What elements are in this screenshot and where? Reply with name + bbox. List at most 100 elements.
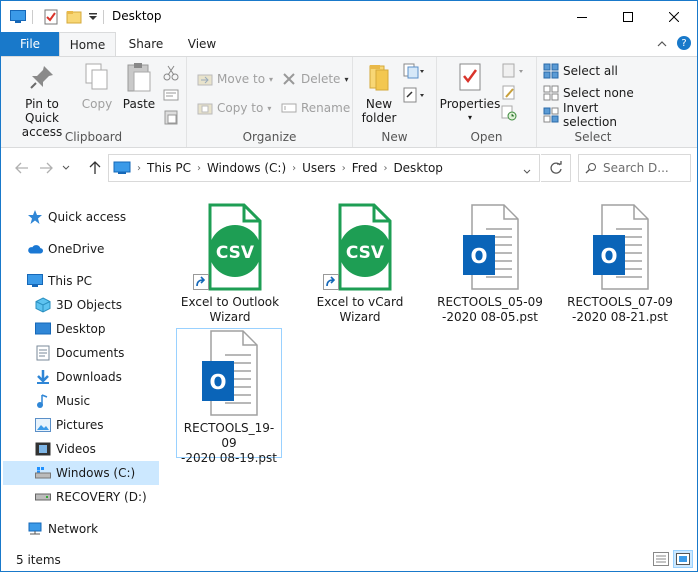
nav-label: Network: [48, 522, 99, 536]
nav-music[interactable]: Music: [3, 389, 159, 413]
open-icon[interactable]: [501, 63, 527, 82]
select-none-button[interactable]: Select none: [543, 83, 634, 103]
nav-desktop[interactable]: Desktop: [3, 317, 159, 341]
nav-onedrive[interactable]: OneDrive: [3, 237, 159, 261]
maximize-button[interactable]: [605, 1, 651, 32]
breadcrumb-separator: ›: [137, 162, 141, 174]
address-dropdown-icon[interactable]: [523, 164, 531, 178]
edit-icon[interactable]: [501, 85, 517, 104]
nav-recovery-d[interactable]: RECOVERY (D:): [3, 485, 159, 509]
close-button[interactable]: [651, 1, 697, 32]
address-bar[interactable]: › This PC › Windows (C:) › Users › Fred …: [108, 154, 540, 182]
tab-view[interactable]: View: [177, 32, 227, 56]
explorer-app-icon[interactable]: [10, 8, 26, 26]
nav-label: Pictures: [56, 418, 104, 432]
copy-path-icon[interactable]: [163, 87, 179, 106]
paste-label: Paste: [122, 97, 156, 111]
recent-locations-button[interactable]: [59, 158, 73, 178]
select-all-label: Select all: [563, 64, 618, 78]
breadcrumb-fred[interactable]: Fred: [352, 161, 378, 175]
chevron-down-icon: [62, 165, 70, 170]
select-all-button[interactable]: Select all: [543, 61, 618, 81]
up-button[interactable]: [85, 158, 105, 178]
search-icon: [585, 163, 596, 174]
collapse-ribbon-icon[interactable]: [657, 38, 667, 52]
nav-3d-objects[interactable]: 3D Objects: [3, 293, 159, 317]
invert-selection-button[interactable]: Invert selection: [543, 101, 649, 129]
file-item[interactable]: CSV Excel to vCard Wizard: [307, 203, 413, 325]
breadcrumb-windows-c[interactable]: Windows (C:): [207, 161, 286, 175]
group-open: Properties ▾ Open: [437, 57, 537, 147]
nav-label: Windows (C:): [56, 466, 136, 480]
nav-label: RECOVERY (D:): [56, 490, 147, 504]
tab-home[interactable]: Home: [59, 32, 116, 57]
file-item[interactable]: O RECTOOLS_19-09 -2020 08-19.pst: [176, 328, 282, 465]
nav-label: Videos: [56, 442, 96, 456]
refresh-button[interactable]: [541, 154, 571, 182]
minimize-button[interactable]: [559, 1, 605, 32]
nav-documents[interactable]: Documents: [3, 341, 159, 365]
breadcrumb-users[interactable]: Users: [302, 161, 336, 175]
new-item-icon[interactable]: [403, 63, 425, 82]
paste-button[interactable]: Paste: [119, 61, 159, 111]
back-arrow-icon: [15, 162, 28, 174]
forward-button[interactable]: [36, 158, 56, 178]
nav-label: Downloads: [56, 370, 122, 384]
group-clipboard: Pin to Quick access Copy Paste Clipboard: [1, 57, 187, 147]
qa-divider: [103, 10, 104, 24]
nav-videos[interactable]: Videos: [3, 437, 159, 461]
delete-label: Delete: [301, 72, 341, 86]
rename-button[interactable]: Rename: [281, 98, 350, 118]
navigation-bar: › This PC › Windows (C:) › Users › Fred …: [1, 149, 697, 187]
delete-chevron-icon: ▾: [344, 74, 349, 84]
properties-button[interactable]: Properties ▾: [440, 61, 500, 125]
nav-pictures[interactable]: Pictures: [3, 413, 159, 437]
select-all-icon: [543, 63, 559, 79]
search-input[interactable]: Search D...: [578, 154, 691, 182]
nav-label: Music: [56, 394, 91, 408]
paste-shortcut-icon[interactable]: [163, 109, 179, 128]
rename-icon: [281, 100, 297, 116]
details-view-icon[interactable]: [653, 552, 669, 569]
nav-downloads[interactable]: Downloads: [3, 365, 159, 389]
nav-this-pc[interactable]: This PC: [3, 269, 159, 293]
nav-label: Desktop: [56, 322, 106, 336]
maximize-icon: [623, 11, 633, 22]
breadcrumb-separator: ›: [341, 162, 346, 174]
navigation-pane: Quick access OneDrive This PC 3D Objects…: [1, 187, 161, 545]
download-arrow-icon: [35, 369, 51, 385]
move-to-button[interactable]: Move to ▾: [197, 69, 273, 89]
tab-share[interactable]: Share: [120, 32, 172, 56]
easy-access-icon[interactable]: [403, 87, 425, 106]
breadcrumb-desktop[interactable]: Desktop: [393, 161, 443, 175]
file-item[interactable]: CSV Excel to Outlook Wizard: [177, 203, 283, 325]
search-placeholder: Search D...: [603, 161, 669, 175]
large-icons-view-icon[interactable]: [673, 550, 693, 568]
history-icon[interactable]: [501, 105, 517, 124]
copy-to-button[interactable]: Copy to ▾: [197, 98, 271, 118]
nav-quick-access[interactable]: Quick access: [3, 205, 159, 229]
qa-customize-icon[interactable]: [88, 8, 98, 26]
nav-network[interactable]: Network: [3, 517, 159, 541]
new-group-label: New: [381, 130, 408, 144]
properties-qa-icon[interactable]: [43, 8, 59, 26]
delete-button[interactable]: Delete ▾: [281, 69, 348, 89]
help-icon[interactable]: ?: [677, 36, 691, 50]
outlook-pst-icon: O: [189, 329, 269, 419]
new-folder-button[interactable]: New folder: [357, 61, 401, 125]
file-name: RECTOOLS_19-09 -2020 08-19.pst: [181, 421, 277, 465]
move-to-chevron-icon: ▾: [269, 74, 274, 84]
pin-quick-access-button[interactable]: Pin to Quick access: [7, 61, 77, 139]
cut-icon[interactable]: [163, 65, 179, 84]
network-icon: [27, 521, 43, 537]
new-folder-qa-icon[interactable]: [66, 8, 82, 26]
back-button[interactable]: [12, 158, 32, 178]
breadcrumb-this-pc[interactable]: This PC: [147, 161, 191, 175]
copy-button[interactable]: Copy: [77, 61, 117, 111]
nav-windows-c[interactable]: Windows (C:): [3, 461, 159, 485]
computer-icon: [27, 273, 43, 289]
picture-icon: [35, 417, 51, 433]
file-item[interactable]: O RECTOOLS_05-09 -2020 08-05.pst: [437, 203, 543, 325]
tab-file[interactable]: File: [1, 32, 59, 56]
file-item[interactable]: O RECTOOLS_07-09 -2020 08-21.pst: [567, 203, 673, 325]
